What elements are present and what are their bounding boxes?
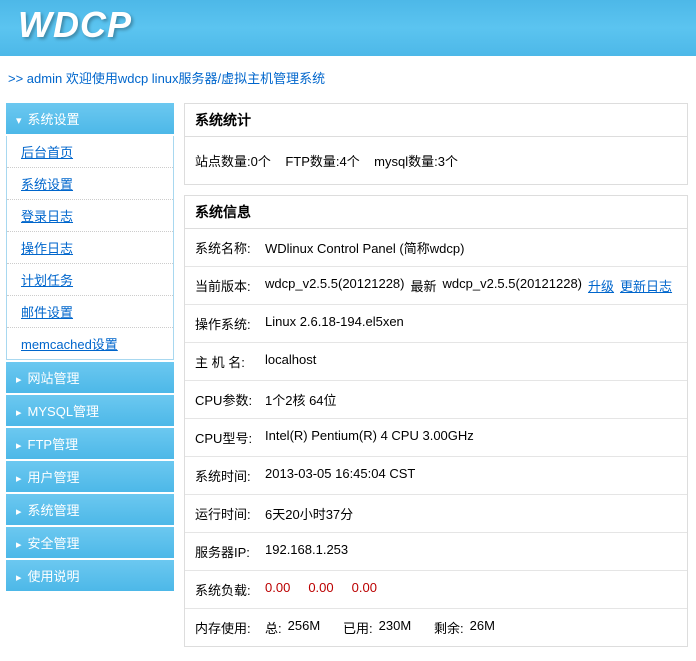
nav-item-cron[interactable]: 计划任务 bbox=[7, 264, 173, 296]
nav-item-op-log[interactable]: 操作日志 bbox=[7, 232, 173, 264]
load3: 0.00 bbox=[352, 580, 377, 599]
nav-item-login-log[interactable]: 登录日志 bbox=[7, 200, 173, 232]
nav-section-sysmgr[interactable]: 系统管理 bbox=[6, 494, 174, 525]
info-label: CPU型号: bbox=[195, 428, 259, 447]
upgrade-link[interactable]: 升级 bbox=[588, 276, 614, 295]
info-value: Intel(R) Pentium(R) 4 CPU 3.00GHz bbox=[265, 428, 474, 447]
info-panel: 系统信息 系统名称: WDlinux Control Panel (简称wdcp)… bbox=[184, 195, 688, 647]
sidebar: 系统设置 后台首页 系统设置 登录日志 操作日志 计划任务 邮件设置 memca… bbox=[0, 99, 180, 661]
nav-section-help[interactable]: 使用说明 bbox=[6, 560, 174, 591]
nav-section-site[interactable]: 网站管理 bbox=[6, 362, 174, 393]
info-row-host: 主 机 名: localhost bbox=[185, 343, 687, 381]
breadcrumb-welcome: 欢迎使用wdcp linux服务器/虚拟主机管理系统 bbox=[62, 71, 325, 86]
nav-section-user[interactable]: 用户管理 bbox=[6, 461, 174, 492]
info-value: WDlinux Control Panel (简称wdcp) bbox=[265, 238, 464, 257]
nav-link[interactable]: 系统设置 bbox=[21, 177, 73, 192]
nav-item-memcached[interactable]: memcached设置 bbox=[7, 328, 173, 359]
nav-link[interactable]: 后台首页 bbox=[21, 145, 73, 160]
info-label: 运行时间: bbox=[195, 504, 259, 523]
nav-items-system-settings: 后台首页 系统设置 登录日志 操作日志 计划任务 邮件设置 memcached设… bbox=[6, 136, 174, 360]
stats-title: 系统统计 bbox=[185, 104, 687, 137]
load1: 0.00 bbox=[265, 580, 290, 599]
stats-panel: 系统统计 站点数量:0个 FTP数量:4个 mysql数量:3个 bbox=[184, 103, 688, 185]
nav-section-ftp[interactable]: FTP管理 bbox=[6, 428, 174, 459]
nav-section-security[interactable]: 安全管理 bbox=[6, 527, 174, 558]
info-row-os: 操作系统: Linux 2.6.18-194.el5xen bbox=[185, 305, 687, 343]
site-count-label: 站点数量: bbox=[195, 154, 251, 169]
info-title: 系统信息 bbox=[185, 196, 687, 229]
ftp-count: 4个 bbox=[339, 154, 359, 169]
info-value: localhost bbox=[265, 352, 316, 371]
mem-total-l: 总: bbox=[265, 618, 282, 637]
mysql-count: 3个 bbox=[438, 154, 458, 169]
info-value: 192.168.1.253 bbox=[265, 542, 348, 561]
info-value: 1个2核 64位 bbox=[265, 390, 337, 409]
site-count: 0个 bbox=[251, 154, 271, 169]
info-row-cpumodel: CPU型号: Intel(R) Pentium(R) 4 CPU 3.00GHz bbox=[185, 419, 687, 457]
info-label: 当前版本: bbox=[195, 276, 259, 295]
mem-used: 230M bbox=[379, 618, 412, 637]
header: WDCP bbox=[0, 0, 696, 56]
nav-link[interactable]: 登录日志 bbox=[21, 209, 73, 224]
main-content: 系统统计 站点数量:0个 FTP数量:4个 mysql数量:3个 系统信息 系统… bbox=[180, 99, 696, 661]
nav-link[interactable]: 邮件设置 bbox=[21, 305, 73, 320]
info-label: 系统时间: bbox=[195, 466, 259, 485]
nav-link[interactable]: 操作日志 bbox=[21, 241, 73, 256]
info-latest-label: 最新 bbox=[411, 276, 437, 295]
logo: WDCP bbox=[0, 0, 696, 50]
nav-section-mysql[interactable]: MYSQL管理 bbox=[6, 395, 174, 426]
mem-free-l: 剩余: bbox=[434, 618, 464, 637]
changelog-link[interactable]: 更新日志 bbox=[620, 276, 672, 295]
nav-item-settings[interactable]: 系统设置 bbox=[7, 168, 173, 200]
info-label: 主 机 名: bbox=[195, 352, 259, 371]
mem-used-l: 已用: bbox=[343, 618, 373, 637]
info-value: wdcp_v2.5.5(20121228) bbox=[265, 276, 405, 295]
mem-total: 256M bbox=[288, 618, 321, 637]
info-label: CPU参数: bbox=[195, 390, 259, 409]
info-row-name: 系统名称: WDlinux Control Panel (简称wdcp) bbox=[185, 229, 687, 267]
mem-free: 26M bbox=[470, 618, 495, 637]
info-label: 服务器IP: bbox=[195, 542, 259, 561]
nav-link[interactable]: memcached设置 bbox=[21, 337, 118, 352]
info-label: 系统名称: bbox=[195, 238, 259, 257]
info-label: 系统负载: bbox=[195, 580, 259, 599]
info-value: 6天20小时37分 bbox=[265, 504, 353, 523]
info-row-load: 系统负载: 0.00 0.00 0.00 bbox=[185, 571, 687, 609]
info-row-ip: 服务器IP: 192.168.1.253 bbox=[185, 533, 687, 571]
breadcrumb-prefix: >> bbox=[8, 71, 27, 86]
breadcrumb: >> admin 欢迎使用wdcp linux服务器/虚拟主机管理系统 bbox=[0, 56, 696, 99]
breadcrumb-user[interactable]: admin bbox=[27, 71, 62, 86]
info-latest: wdcp_v2.5.5(20121228) bbox=[443, 276, 583, 295]
info-label: 内存使用: bbox=[195, 618, 259, 637]
info-label: 操作系统: bbox=[195, 314, 259, 333]
info-value: Linux 2.6.18-194.el5xen bbox=[265, 314, 404, 333]
info-value: 2013-03-05 16:45:04 CST bbox=[265, 466, 415, 485]
ftp-count-label: FTP数量: bbox=[285, 154, 339, 169]
nav-link[interactable]: 计划任务 bbox=[21, 273, 73, 288]
info-row-uptime: 运行时间: 6天20小时37分 bbox=[185, 495, 687, 533]
info-row-version: 当前版本: wdcp_v2.5.5(20121228) 最新 wdcp_v2.5.5(… bbox=[185, 267, 687, 305]
mysql-count-label: mysql数量: bbox=[374, 154, 438, 169]
info-row-systime: 系统时间: 2013-03-05 16:45:04 CST bbox=[185, 457, 687, 495]
nav-item-mail[interactable]: 邮件设置 bbox=[7, 296, 173, 328]
nav-item-home[interactable]: 后台首页 bbox=[7, 136, 173, 168]
load2: 0.00 bbox=[308, 580, 333, 599]
info-row-mem: 内存使用: 总: 256M 已用: 230M 剩余: 26M bbox=[185, 609, 687, 646]
nav-section-system-settings[interactable]: 系统设置 bbox=[6, 103, 174, 134]
info-row-cpu: CPU参数: 1个2核 64位 bbox=[185, 381, 687, 419]
stats-line: 站点数量:0个 FTP数量:4个 mysql数量:3个 bbox=[195, 147, 677, 174]
